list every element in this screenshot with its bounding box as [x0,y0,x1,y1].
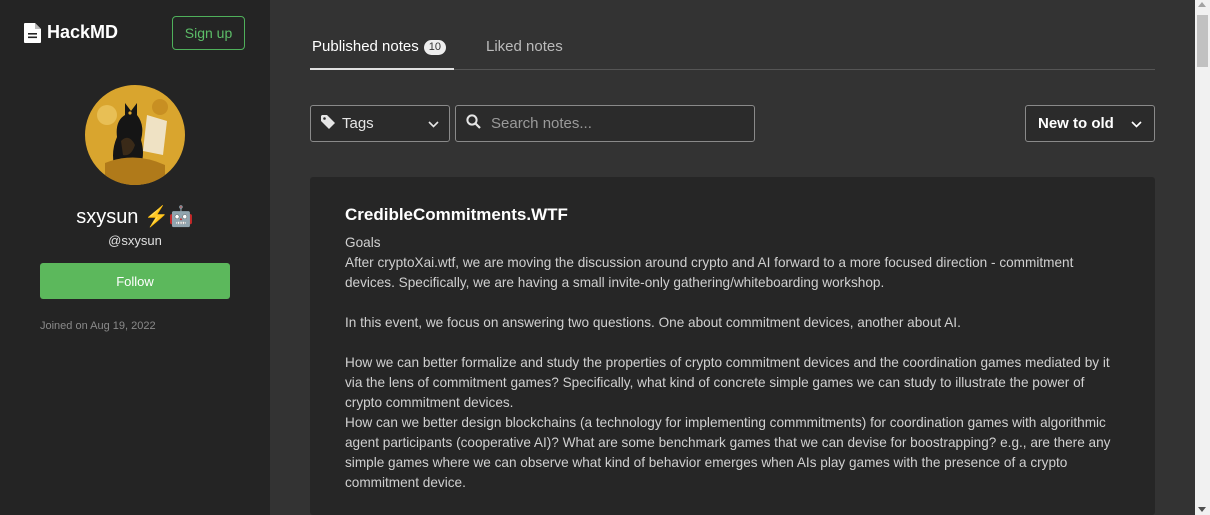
tab-published-notes[interactable]: Published notes 10 [310,38,454,70]
tag-icon [321,114,335,133]
scrollbar-thumb[interactable] [1197,15,1208,67]
note-line: In this event, we focus on answering two… [345,315,961,330]
tab-liked-notes[interactable]: Liked notes [486,38,563,70]
note-card[interactable]: CredibleCommitments.WTF Goals After cryp… [310,177,1155,515]
note-line [345,333,1120,353]
note-line: After cryptoXai.wtf, we are moving the d… [345,255,1074,290]
scroll-down-arrow-icon[interactable] [1198,507,1206,512]
search-box[interactable] [455,105,755,142]
page-scrollbar[interactable] [1195,0,1210,515]
file-icon [24,22,41,43]
scroll-up-arrow-icon[interactable] [1198,2,1206,7]
notes-count-badge: 10 [423,40,446,55]
notes-tabs: Published notes 10 Liked notes [310,38,1155,70]
search-input[interactable] [491,115,741,132]
note-line: Goals [345,235,381,250]
sidebar: HackMD Sign up sxysun ⚡🤖 @sxysun Follow … [0,0,270,515]
signup-button[interactable]: Sign up [172,16,245,50]
user-handle: @sxysun [108,233,162,248]
follow-button[interactable]: Follow [40,263,230,299]
note-line [345,293,1120,313]
note-line: How we can better formalize and study th… [345,355,1110,410]
joined-date: Joined on Aug 19, 2022 [40,320,156,332]
sort-dropdown[interactable]: New to old [1025,105,1155,142]
user-name: sxysun ⚡🤖 [76,206,194,228]
tab-label: Published notes [312,38,419,55]
note-title[interactable]: CredibleCommitments.WTF [345,205,1120,225]
brand-name: HackMD [47,22,119,42]
tags-dropdown[interactable]: Tags [310,105,450,142]
avatar[interactable] [85,85,185,185]
tab-label: Liked notes [486,38,563,55]
chevron-down-icon [428,115,439,132]
note-excerpt: Goals After cryptoXai.wtf, we are moving… [345,233,1120,493]
search-icon [466,113,481,134]
chevron-down-icon [1131,115,1142,132]
brand-logo[interactable]: HackMD [24,22,118,43]
sort-label: New to old [1038,115,1114,132]
note-line: How can we better design blockchains (a … [345,415,1111,490]
tags-label: Tags [342,115,374,132]
